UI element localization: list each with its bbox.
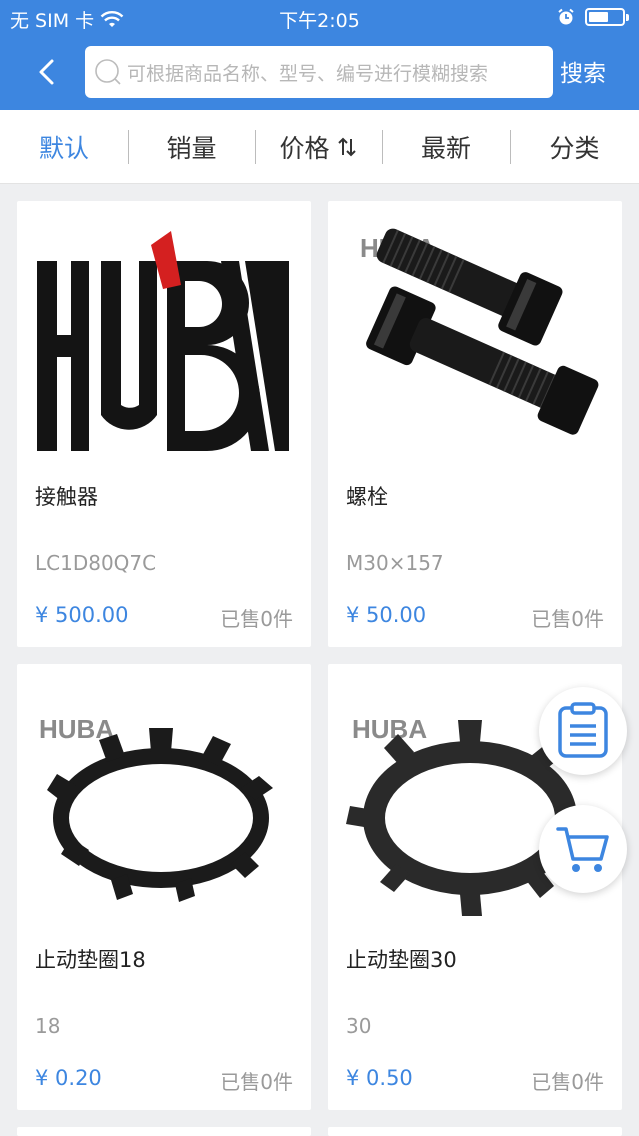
tab-default-label: 默认 [38,134,89,163]
orders-button[interactable] [539,687,627,775]
search-placeholder: 可根据商品名称、型号、编号进行模糊搜索 [127,63,489,85]
tab-price[interactable]: 价格 [255,110,382,184]
battery-icon [585,8,629,26]
huba-logo [37,231,289,451]
status-right [557,8,629,26]
product-name: 接触器 [35,485,98,509]
bolts-image: HUBA [360,228,599,435]
tab-category[interactable]: 分类 [510,110,639,184]
product-sold-count: 已售0件 [531,607,604,631]
product-sold-count: 已售0件 [220,607,293,631]
alarm-icon [558,8,574,25]
order-list-icon [558,702,608,758]
tab-newest-label: 最新 [420,134,471,163]
product-card[interactable]: HUBA [328,201,622,647]
sort-tabs: 默认 销量 价格 最新 分类 [0,110,639,184]
product-price: ¥ 500.00 [35,603,129,627]
brand-watermark: HUBA [352,714,427,744]
product-price: ¥ 50.00 [346,603,427,627]
product-card[interactable] [328,1127,622,1136]
tab-sales[interactable]: 销量 [128,110,255,184]
product-model: M30×157 [346,551,444,575]
product-card[interactable] [17,1127,311,1136]
tab-price-label: 价格 [279,134,330,163]
search-icon [95,59,121,85]
product-image [31,215,295,459]
search-input[interactable]: 可根据商品名称、型号、编号进行模糊搜索 [85,46,553,98]
tab-sales-label: 销量 [166,134,217,163]
product-price: ¥ 0.20 [35,1066,102,1090]
cart-button[interactable] [539,805,627,893]
nav-row: 可根据商品名称、型号、编号进行模糊搜索 搜索 [0,44,639,100]
product-image: HUBA [342,215,606,459]
product-model: LC1D80Q7C [35,551,157,575]
battery-fill [589,12,608,22]
tab-washer-image: HUBA [39,714,273,902]
product-price: ¥ 0.50 [346,1066,413,1090]
product-model: 18 [35,1014,61,1038]
product-name: 螺栓 [346,485,388,509]
back-arrow-icon[interactable] [30,54,66,90]
product-name: 止动垫圈18 [35,948,146,972]
product-card[interactable]: HUBA 止动垫圈18 18 ¥ 0.20 已售0件 [17,664,311,1110]
product-sold-count: 已售0件 [220,1070,293,1094]
tab-default[interactable]: 默认 [0,110,128,184]
product-model: 30 [346,1014,372,1038]
product-image: HUBA [31,678,295,922]
sort-arrows-icon [337,137,356,157]
product-card[interactable]: 接触器 LC1D80Q7C ¥ 500.00 已售0件 [17,201,311,647]
status-time: 下午2:05 [279,10,360,32]
status-bar: 无 SIM 卡 下午2:05 [0,0,639,36]
top-header: 无 SIM 卡 下午2:05 可根据商品名称、型号、编号进行模糊搜索 搜索 [0,0,639,110]
product-sold-count: 已售0件 [531,1070,604,1094]
shopping-cart-icon [556,827,609,872]
tab-category-label: 分类 [549,134,600,163]
tab-newest[interactable]: 最新 [382,110,510,184]
search-button[interactable]: 搜索 [560,54,606,88]
product-name: 止动垫圈30 [346,948,457,972]
